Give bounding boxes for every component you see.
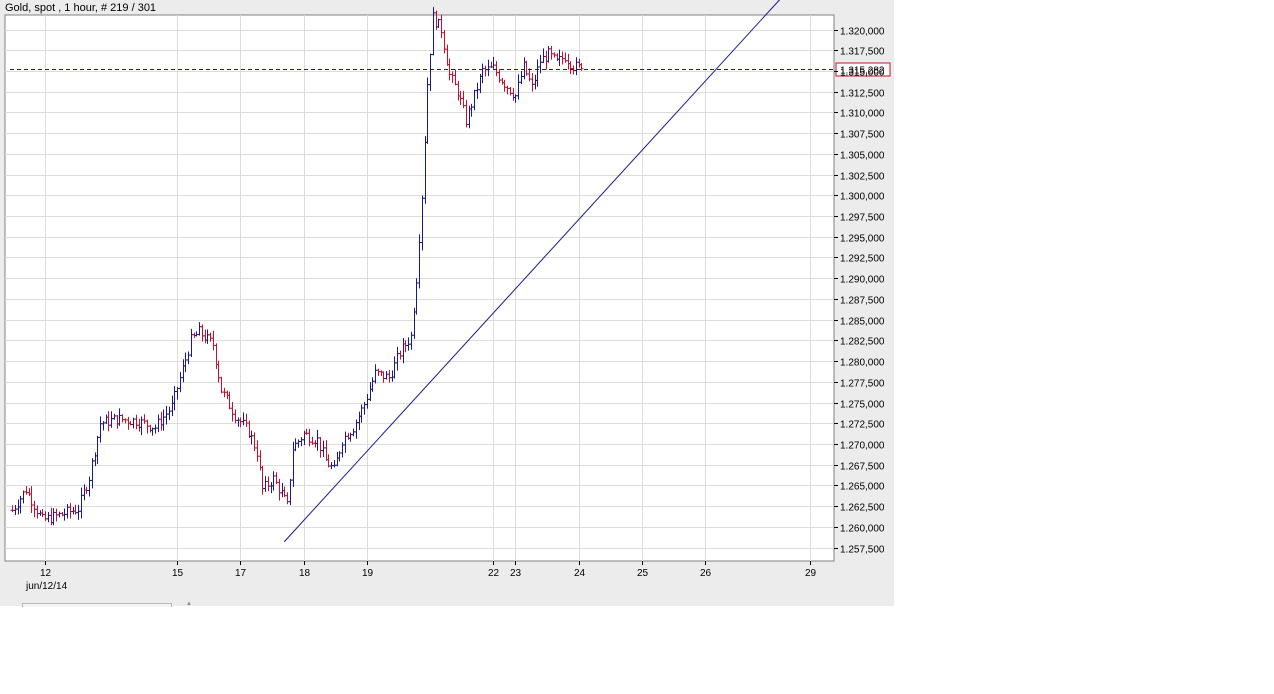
x-tick-label: 19 (362, 568, 374, 579)
chart-panel: 1.315,282 1.257,500 1.260,000 1.262,500 1.2… (0, 0, 894, 607)
y-tick-label: 1.282,500 (840, 337, 885, 348)
y-tick-label: 1.302,500 (840, 172, 885, 183)
y-tick-label: 1.287,500 (840, 296, 885, 307)
y-tick-label: 1.307,500 (840, 130, 885, 141)
horizontal-scrollbar[interactable] (22, 603, 172, 607)
price-chart[interactable]: 1.315,282 1.257,5001.260,0001.262,5001.2… (0, 0, 894, 606)
y-tick-label: 1.317,500 (840, 47, 885, 58)
y-tick-label: 1.275,000 (840, 400, 885, 411)
x-tick-label: 15 (172, 568, 184, 579)
x-tick-label: 18 (299, 568, 311, 579)
y-tick-label: 1.265,000 (840, 482, 885, 493)
x-tick-label: 22 (488, 568, 500, 579)
x-tick-label: 24 (574, 568, 586, 579)
x-tick-label: 12 (40, 568, 52, 579)
y-tick-label: 1.312,500 (840, 89, 885, 100)
chart-title: Gold, spot , 1 hour, # 219 / 301 (5, 2, 157, 14)
y-tick-label: 1.280,000 (840, 358, 885, 369)
y-tick-label: 1.300,000 (840, 192, 885, 203)
y-tick-label: 1.262,500 (840, 503, 885, 514)
y-tick-label: 1.292,500 (840, 254, 885, 265)
y-tick-label: 1.270,000 (840, 441, 885, 452)
x-tick-label: 25 (637, 568, 649, 579)
y-tick-label: 1.305,000 (840, 151, 885, 162)
y-tick-label: 1.297,500 (840, 213, 885, 224)
scroll-arrow-icon[interactable]: ▲ (186, 601, 192, 607)
x-tick-label: 29 (805, 568, 817, 579)
x-tick-label: 26 (700, 568, 712, 579)
y-tick-label: 1.277,500 (840, 379, 885, 390)
x-axis: 12 15 17 18 19 22 23 24 25 26 29 (40, 561, 817, 579)
y-tick-label: 1.295,000 (840, 234, 885, 245)
y-tick-label: 1.285,000 (840, 317, 885, 328)
y-tick-label: 1.267,500 (840, 462, 885, 473)
x-tick-label: 17 (235, 568, 247, 579)
y-tick-label: 1.320,000 (840, 27, 885, 38)
y-tick-label: 1.310,000 (840, 109, 885, 120)
y-tick-label: 1.272,500 (840, 420, 885, 431)
y-tick-label: 1.257,500 (840, 545, 885, 556)
y-axis: 1.257,500 1.260,000 1.262,500 1.265,000 1.26… (834, 27, 885, 556)
date-label: jun/12/14 (26, 581, 68, 592)
x-tick-label: 23 (510, 568, 522, 579)
y-tick-label: 1.260,000 (840, 524, 885, 535)
y-tick-label: 1.315,000 (840, 68, 885, 79)
y-tick-label: 1.290,000 (840, 275, 885, 286)
